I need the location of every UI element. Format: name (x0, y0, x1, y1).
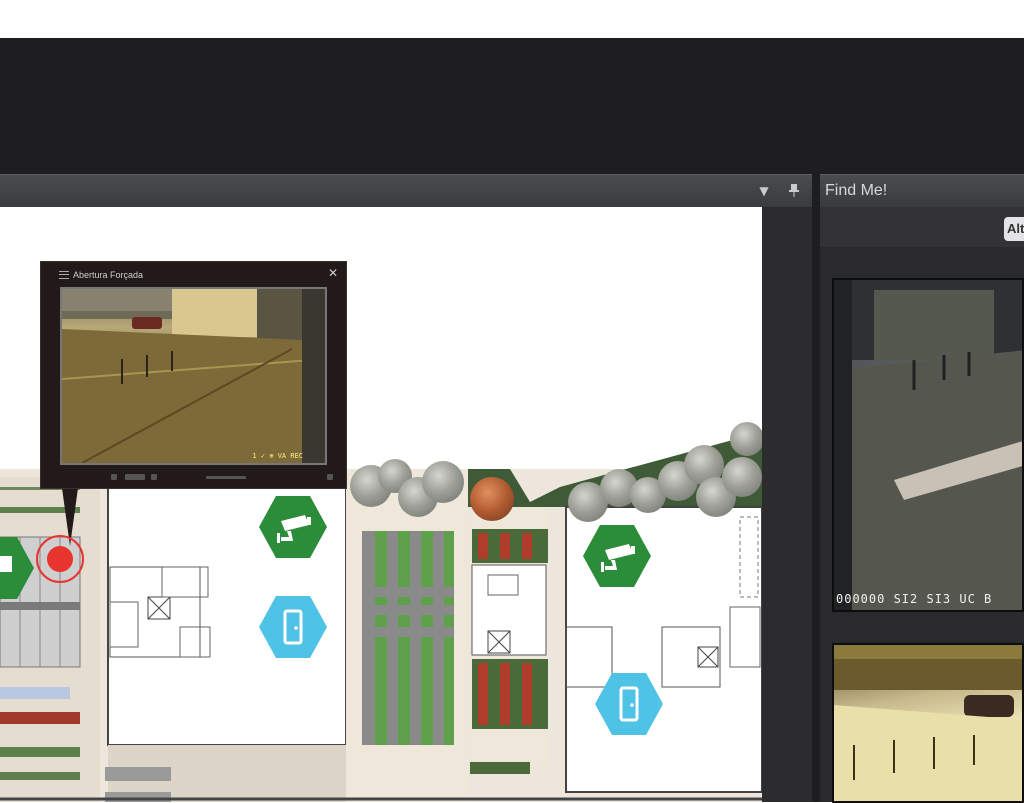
camera-popup: Abertura Forçada ✕ 1 ✓ ⊕ VA REC (40, 261, 347, 489)
panel-splitter[interactable] (812, 174, 820, 802)
street-scene (62, 289, 325, 463)
menu-icon[interactable] (59, 271, 69, 279)
cctv-camera-icon (0, 556, 12, 572)
tree (422, 461, 464, 503)
cctv-camera-icon (277, 515, 311, 543)
alt-button[interactable]: Alt (1004, 217, 1024, 241)
door-icon (619, 686, 639, 722)
volume-slider[interactable] (206, 476, 246, 479)
close-icon[interactable]: ✕ (328, 266, 338, 280)
camera-thumbnail[interactable] (832, 643, 1024, 803)
pin-icon[interactable] (786, 183, 802, 199)
window-top-strip (0, 0, 1024, 38)
main-toolbar (0, 38, 1024, 174)
find-me-header: Find Me! (820, 174, 1024, 207)
popup-video-feed[interactable]: 1 ✓ ⊕ VA REC (60, 287, 327, 465)
next-icon[interactable] (151, 474, 157, 480)
popup-title: Abertura Forçada (73, 270, 144, 280)
prev-icon[interactable] (111, 474, 117, 480)
tree (730, 422, 762, 456)
map-panel-header: ▼ (0, 174, 812, 207)
camera-timestamp: 000000 SI2 SI3 UC B (836, 592, 993, 606)
tree (722, 457, 762, 497)
door-icon (283, 609, 303, 645)
tree (470, 477, 514, 521)
find-me-title: Find Me! (825, 182, 888, 199)
fullscreen-icon[interactable] (327, 474, 333, 480)
camera-thumbnail[interactable]: 000000 SI2 SI3 UC B (832, 278, 1024, 612)
camera-scene (834, 280, 1022, 610)
cctv-camera-icon (601, 544, 635, 572)
chevron-down-icon[interactable]: ▼ (756, 183, 772, 199)
find-me-panel: Find Me! Alt 000000 SI2 SI3 UC B (820, 174, 1024, 803)
camera-scene (834, 645, 1022, 801)
find-me-toolbar: Alt (820, 207, 1024, 247)
playback-controls (111, 472, 333, 482)
alarm-marker[interactable] (36, 535, 84, 583)
play-icon[interactable] (125, 474, 145, 480)
video-osd: 1 ✓ ⊕ VA REC (252, 452, 303, 460)
map-scroll-region (762, 207, 812, 802)
